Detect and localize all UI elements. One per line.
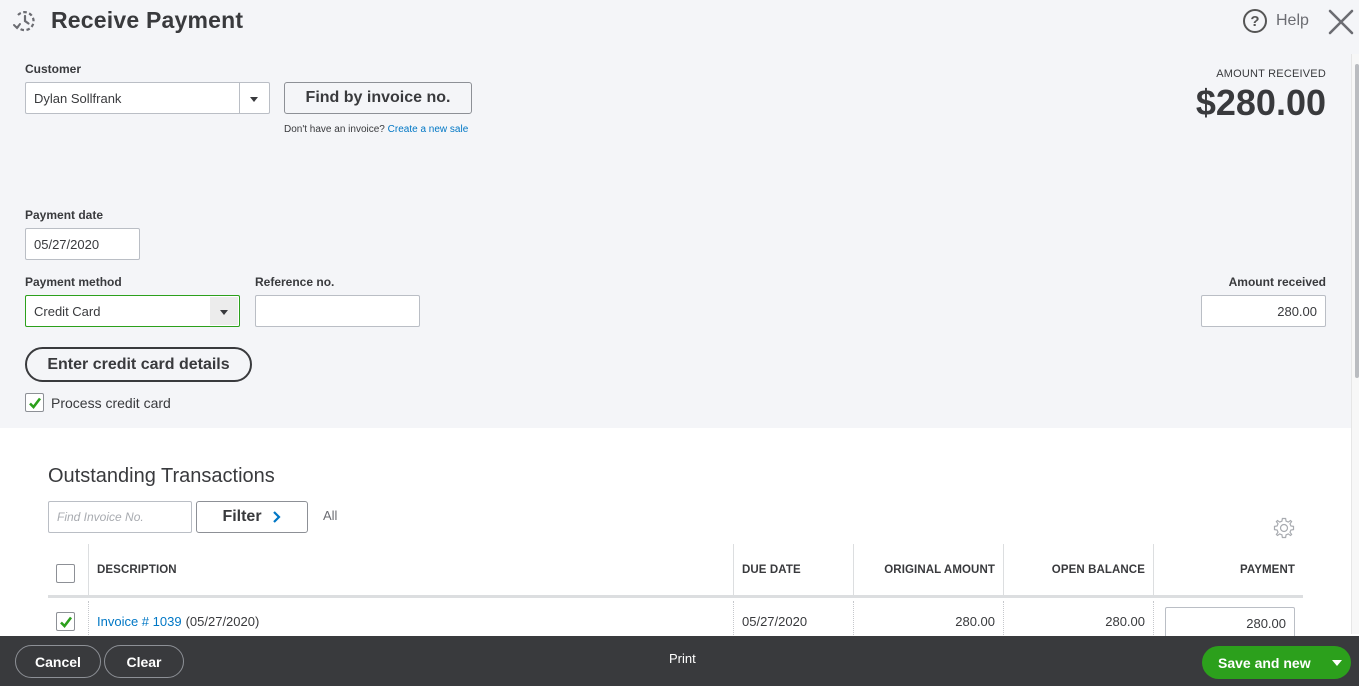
print-link[interactable]: Print — [669, 651, 696, 666]
customer-value: Dylan Sollfrank — [34, 90, 122, 106]
payment-method-label: Payment method — [25, 275, 122, 289]
reference-label: Reference no. — [255, 275, 335, 289]
chevron-down-icon[interactable] — [250, 97, 258, 102]
create-new-sale-link[interactable]: Create a new sale — [388, 124, 469, 135]
column-divider — [88, 601, 89, 641]
select-divider — [239, 83, 240, 113]
help-circle-icon: ? — [1243, 9, 1267, 33]
amount-received-summary-label: AMOUNT RECEIVED — [1216, 68, 1326, 80]
find-by-invoice-button[interactable]: Find by invoice no. — [284, 82, 472, 114]
payment-method-value: Credit Card — [34, 303, 101, 319]
payment-date-input[interactable]: 05/27/2020 — [25, 228, 140, 260]
save-and-new-button[interactable]: Save and new — [1202, 646, 1351, 679]
customer-label: Customer — [25, 62, 82, 76]
open-balance-cell: 280.00 — [1105, 613, 1145, 629]
checkmark-icon — [29, 397, 42, 409]
due-date-cell: 05/27/2020 — [742, 613, 808, 629]
invoice-link[interactable]: Invoice # 1039 — [97, 614, 182, 629]
help-button[interactable]: ? Help — [1243, 9, 1309, 33]
description-cell: Invoice # 1039 (05/27/2020) — [97, 601, 259, 641]
column-header-original-amount[interactable]: ORIGINAL AMOUNT — [884, 544, 995, 595]
column-header-description[interactable]: DESCRIPTION — [97, 544, 177, 595]
chevron-right-icon — [272, 511, 281, 523]
checkmark-icon — [60, 616, 73, 628]
amount-received-input[interactable]: 280.00 — [1201, 295, 1326, 327]
column-divider — [853, 544, 854, 595]
no-invoice-hint: Don't have an invoice? Create a new sale — [284, 124, 468, 135]
filter-label: Filter — [222, 508, 262, 525]
scrollbar-thumb[interactable] — [1355, 64, 1359, 378]
column-header-due-date[interactable]: DUE DATE — [742, 544, 801, 595]
filter-value: All — [323, 508, 338, 523]
invoice-date: (05/27/2020) — [185, 613, 260, 629]
reference-input[interactable] — [255, 295, 420, 327]
select-all-checkbox[interactable] — [56, 564, 75, 583]
help-label: Help — [1276, 12, 1309, 29]
chevron-down-icon[interactable] — [1332, 660, 1342, 666]
page-title: Receive Payment — [51, 7, 244, 33]
process-credit-card-checkbox[interactable] — [25, 393, 44, 412]
payment-input[interactable]: 280.00 — [1165, 607, 1295, 639]
save-and-new-label: Save and new — [1218, 654, 1311, 671]
original-amount-cell: 280.00 — [955, 613, 995, 629]
gear-icon[interactable] — [1273, 517, 1295, 539]
enter-credit-card-details-button[interactable]: Enter credit card details — [25, 347, 252, 382]
table-header-row: DESCRIPTION DUE DATE ORIGINAL AMOUNT OPE… — [48, 544, 1303, 598]
column-header-open-balance[interactable]: OPEN BALANCE — [1052, 544, 1145, 595]
column-divider — [1003, 544, 1004, 595]
column-header-payment[interactable]: PAYMENT — [1240, 544, 1295, 595]
column-divider — [733, 601, 734, 641]
column-divider — [88, 544, 89, 595]
cancel-button[interactable]: Cancel — [15, 645, 101, 678]
table-row: Invoice # 1039 (05/27/2020) 05/27/2020 2… — [48, 601, 1303, 641]
amount-received-label: Amount received — [1228, 275, 1326, 289]
filter-button[interactable]: Filter — [196, 501, 308, 533]
column-divider — [1153, 601, 1154, 641]
payment-method-select[interactable]: Credit Card — [25, 295, 240, 327]
chevron-down-icon[interactable] — [220, 310, 228, 315]
customer-select[interactable]: Dylan Sollfrank — [25, 82, 270, 114]
history-clock-icon — [13, 11, 35, 32]
find-invoice-input[interactable] — [48, 501, 192, 533]
column-divider — [1003, 601, 1004, 641]
column-divider — [853, 601, 854, 641]
footer-bar: Cancel Clear Print Save and new — [0, 636, 1359, 686]
amount-received-summary-value: $280.00 — [1195, 82, 1326, 123]
close-x-icon[interactable] — [1327, 8, 1355, 36]
column-divider — [1153, 544, 1154, 595]
no-invoice-text: Don't have an invoice? — [284, 124, 385, 135]
outstanding-transactions-title: Outstanding Transactions — [48, 465, 275, 487]
column-divider — [733, 544, 734, 595]
row-checkbox[interactable] — [56, 612, 75, 631]
clear-button[interactable]: Clear — [104, 645, 184, 678]
payment-date-label: Payment date — [25, 208, 104, 222]
process-credit-card-label: Process credit card — [51, 395, 171, 411]
